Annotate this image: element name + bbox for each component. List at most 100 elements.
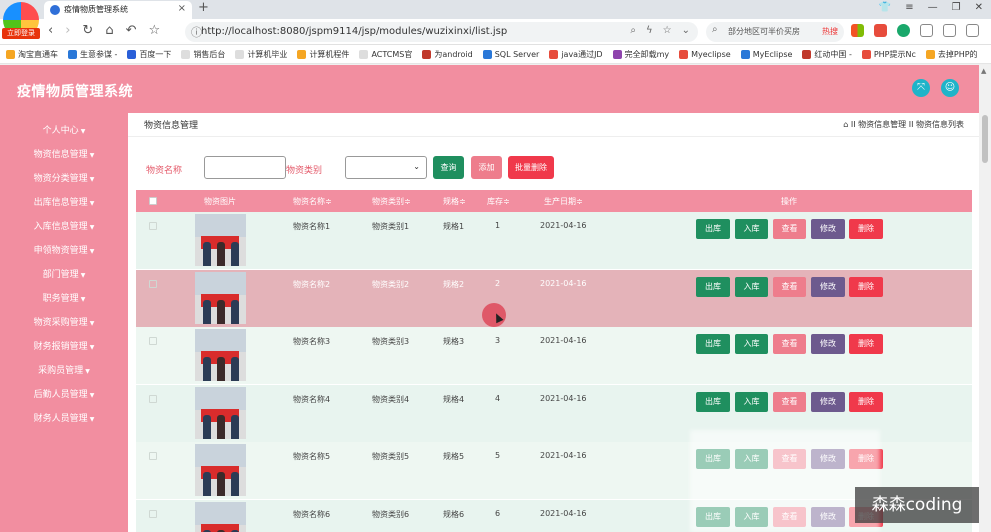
star-icon[interactable]: ☆ bbox=[148, 23, 160, 38]
sidebar-item-personal-center[interactable]: 个人中心 ▼ bbox=[0, 123, 128, 136]
view-button[interactable]: 查看 bbox=[773, 334, 806, 354]
favorite-icon[interactable]: ☆ bbox=[663, 25, 672, 36]
scroll-up-icon[interactable]: ▲ bbox=[981, 67, 986, 75]
sidebar-item-reimburse[interactable]: 财务报销管理 ▼ bbox=[0, 339, 128, 352]
view-button[interactable]: 查看 bbox=[773, 391, 806, 412]
sidebar-item-inbound[interactable]: 入库信息管理 ▼ bbox=[0, 219, 128, 232]
bookmark-item[interactable]: ACTCMS官 bbox=[359, 49, 412, 60]
out-button[interactable]: 出库 bbox=[696, 391, 730, 412]
type-select[interactable]: ⌄ bbox=[345, 156, 427, 179]
bookmark-item[interactable]: 红动中国 - bbox=[802, 49, 852, 60]
fullscreen-icon[interactable]: ⤧ bbox=[912, 79, 930, 97]
col-name[interactable]: 物资名称≑ bbox=[293, 196, 332, 207]
tab-close-icon[interactable]: × bbox=[178, 3, 186, 14]
url-text[interactable]: http://localhost:8080/jspm9114/jsp/modul… bbox=[201, 26, 507, 37]
edit-button[interactable]: 修改 bbox=[811, 219, 845, 239]
material-image[interactable] bbox=[195, 214, 246, 266]
delete-button[interactable]: 删除 bbox=[849, 391, 883, 412]
bookmark-item[interactable]: 淘宝直通车 bbox=[6, 49, 58, 60]
sidebar-item-department[interactable]: 部门管理 ▼ bbox=[0, 267, 128, 280]
sidebar-item-apply[interactable]: 申领物资管理 ▼ bbox=[0, 243, 128, 256]
bookmark-item[interactable]: SQL Server bbox=[482, 49, 539, 59]
edit-button[interactable]: 修改 bbox=[811, 334, 845, 354]
search-suggestion[interactable]: 部分地区可半价买房 bbox=[728, 26, 800, 37]
restore-icon[interactable]: ❐ bbox=[952, 2, 961, 13]
sidebar-item-buyer[interactable]: 采购员管理 ▼ bbox=[0, 363, 128, 376]
browser-search-box[interactable]: ⌕ 部分地区可半价买房 热搜 bbox=[706, 22, 844, 42]
zoom-icon[interactable]: ⌕ bbox=[630, 25, 636, 36]
view-button[interactable]: 查看 bbox=[773, 219, 806, 239]
out-button[interactable]: 出库 bbox=[696, 334, 730, 354]
back-icon[interactable]: ‹ bbox=[48, 23, 53, 38]
close-window-icon[interactable]: ✕ bbox=[975, 2, 983, 13]
shirt-icon[interactable]: 👕 bbox=[879, 2, 891, 13]
url-field[interactable]: ⓘ http://localhost:8080/jspm9114/jsp/mod… bbox=[185, 22, 698, 42]
browser-tab[interactable]: 疫情物质管理系统 × bbox=[44, 1, 192, 19]
bookmark-item[interactable]: MyEclipse bbox=[740, 49, 792, 59]
bookmark-item[interactable]: 计算机程件 bbox=[297, 49, 349, 60]
bookmark-item[interactable]: 完全卸载my bbox=[612, 49, 669, 60]
forward-icon[interactable]: › bbox=[65, 23, 70, 38]
material-image[interactable] bbox=[195, 501, 246, 532]
table-row[interactable]: 物资名称2 物资类别2 规格2 2 2021-04-16 出库 入库 查看 修改 删除 bbox=[136, 269, 972, 327]
bookmark-item[interactable]: 百度一下 bbox=[127, 49, 171, 60]
reload-icon[interactable]: ↻ bbox=[82, 23, 93, 38]
table-row[interactable]: 物资名称3 物资类别3 规格3 3 2021-04-16 出库 入库 查看 修改 删除 bbox=[136, 327, 972, 384]
add-button[interactable]: 添加 bbox=[471, 156, 502, 179]
in-button[interactable]: 入库 bbox=[735, 276, 768, 297]
undo-icon[interactable]: ↶ bbox=[126, 23, 137, 38]
home-icon[interactable]: ⌂ bbox=[843, 120, 851, 129]
col-stock[interactable]: 库存≑ bbox=[487, 196, 510, 207]
menu-more-icon[interactable] bbox=[966, 24, 979, 37]
scissors-icon[interactable] bbox=[920, 24, 933, 37]
out-button[interactable]: 出库 bbox=[696, 219, 730, 239]
material-image[interactable] bbox=[195, 329, 246, 381]
bookmark-item[interactable]: Myeclipse bbox=[679, 49, 731, 59]
table-row[interactable]: 物资名称1 物资类别1 规格1 1 2021-04-16 出库 入库 查看 修改 删除 bbox=[136, 212, 972, 269]
material-image[interactable] bbox=[195, 444, 246, 496]
game-icon[interactable] bbox=[874, 24, 887, 37]
bookmark-item[interactable]: PHP提示Nc bbox=[861, 49, 916, 60]
bookmark-item[interactable]: java通过JD bbox=[549, 49, 603, 60]
row-checkbox[interactable] bbox=[149, 337, 157, 345]
sidebar-item-position[interactable]: 职务管理 ▼ bbox=[0, 291, 128, 304]
dropdown-icon[interactable]: ⌄ bbox=[682, 25, 690, 36]
delete-button[interactable]: 删除 bbox=[849, 219, 883, 239]
row-checkbox[interactable] bbox=[149, 509, 157, 518]
name-input[interactable] bbox=[204, 156, 286, 179]
bookmark-item[interactable]: 生意参谋 - bbox=[68, 49, 117, 60]
sidebar-item-material-info[interactable]: 物资信息管理 ▼ bbox=[0, 147, 128, 160]
refresh-ext-icon[interactable] bbox=[897, 24, 910, 37]
row-checkbox[interactable] bbox=[149, 394, 157, 403]
bookmark-item[interactable]: 去掉PHP的 bbox=[925, 49, 978, 60]
row-checkbox[interactable] bbox=[149, 279, 157, 288]
col-date[interactable]: 生产日期≑ bbox=[544, 196, 583, 207]
in-button[interactable]: 入库 bbox=[735, 219, 768, 239]
login-badge[interactable]: 立即登录 bbox=[2, 28, 40, 39]
view-button[interactable]: 查看 bbox=[773, 276, 806, 297]
row-checkbox[interactable] bbox=[149, 452, 157, 460]
sidebar-item-logistics[interactable]: 后勤人员管理 ▼ bbox=[0, 387, 128, 400]
browser-logo-icon[interactable]: 立即登录 bbox=[2, 2, 40, 39]
windows-apps-icon[interactable] bbox=[851, 24, 864, 37]
bookmark-item[interactable]: 计算机毕业 bbox=[235, 49, 287, 60]
download-icon[interactable] bbox=[943, 24, 956, 37]
home-icon[interactable]: ⌂ bbox=[105, 23, 113, 38]
edit-button[interactable]: 修改 bbox=[811, 391, 845, 412]
in-button[interactable]: 入库 bbox=[735, 334, 768, 354]
select-all-checkbox[interactable] bbox=[149, 197, 157, 205]
minimize-icon[interactable]: — bbox=[928, 2, 938, 13]
new-tab-icon[interactable]: + bbox=[198, 0, 209, 15]
col-type[interactable]: 物资类别≑ bbox=[372, 196, 411, 207]
delete-button[interactable]: 删除 bbox=[849, 276, 883, 297]
lightning-icon[interactable]: ϟ bbox=[646, 25, 653, 36]
page-scrollbar[interactable]: ▲ bbox=[979, 65, 991, 532]
material-image[interactable] bbox=[195, 271, 246, 324]
sidebar-item-finance[interactable]: 财务人员管理 ▼ bbox=[0, 411, 128, 424]
user-icon[interactable]: ☺ bbox=[941, 79, 959, 97]
bookmark-item[interactable]: 为android bbox=[422, 49, 473, 60]
out-button[interactable]: 出库 bbox=[696, 276, 730, 297]
batch-delete-button[interactable]: 批量删除 bbox=[508, 156, 554, 179]
scroll-thumb[interactable] bbox=[982, 115, 988, 163]
search-button[interactable]: 查询 bbox=[433, 156, 464, 179]
